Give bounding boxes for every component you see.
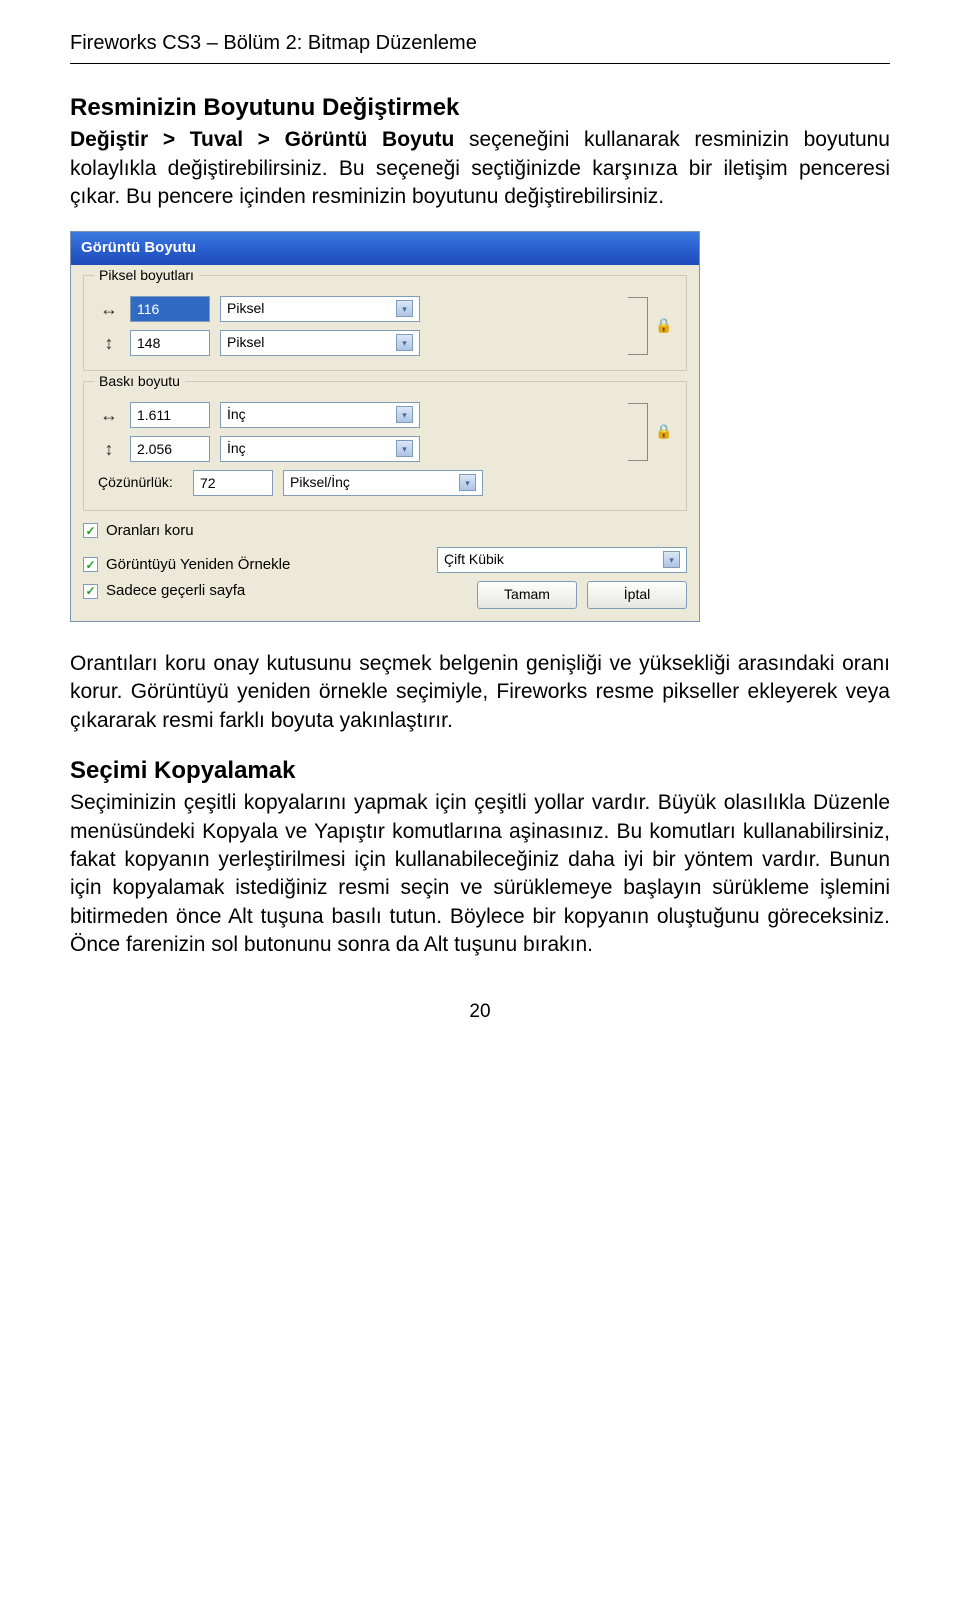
dialog-titlebar[interactable]: Görüntü Boyutu [71,232,699,264]
dialog-body: Piksel boyutları ↔ Piksel ▾ ↕ [71,265,699,621]
pixel-width-unit-label: Piksel [227,299,264,318]
section-title-copy: Seçimi Kopyalamak [70,755,890,787]
section-title-resize: Resminizin Boyutunu Değiştirmek [70,92,890,124]
image-size-dialog: Görüntü Boyutu Piksel boyutları ↔ Piksel… [70,231,700,622]
menu-path: Değiştir > Tuval > Görüntü Boyutu [70,128,454,151]
print-width-input[interactable] [130,402,210,428]
print-width-row: ↔ İnç ▾ [98,402,624,428]
constrain-proportions-label: Oranları koru [106,521,194,541]
resample-method-select[interactable]: Çift Kübik ▾ [437,547,687,573]
resample-checkbox[interactable]: ✓ [83,557,98,572]
vertical-icon: ↕ [98,331,120,355]
pixel-width-input[interactable] [130,296,210,322]
pixel-dimensions-group: Piksel boyutları ↔ Piksel ▾ ↕ [83,275,687,371]
vertical-icon: ↕ [98,437,120,461]
page-number: 20 [70,999,890,1025]
height-row: ↕ Piksel ▾ [98,330,624,356]
paragraph-ratios: Orantıları koru onay kutusunu seçmek bel… [70,650,890,735]
print-width-unit-select[interactable]: İnç ▾ [220,402,420,428]
chevron-down-icon[interactable]: ▾ [396,300,413,317]
print-size-group: Baskı boyutu ↔ İnç ▾ ↕ [83,381,687,511]
constrain-proportions-checkbox[interactable]: ✓ [83,523,98,538]
resample-row: ✓ Görüntüyü Yeniden Örnekle [83,555,417,575]
ok-button[interactable]: Tamam [477,581,577,609]
resolution-label: Çözünürlük: [98,473,183,492]
print-height-unit-select[interactable]: İnç ▾ [220,436,420,462]
resolution-row: Çözünürlük: Piksel/İnç ▾ [98,470,672,496]
resample-label: Görüntüyü Yeniden Örnekle [106,555,290,575]
link-bracket-icon [628,297,648,355]
chevron-down-icon[interactable]: ▾ [459,474,476,491]
section1-paragraph: Değiştir > Tuval > Görüntü Boyutu seçene… [70,126,890,211]
pixel-height-unit-select[interactable]: Piksel ▾ [220,330,420,356]
pixel-dimensions-label: Piksel boyutları [94,266,199,285]
horizontal-icon: ↔ [98,297,120,321]
print-width-unit-label: İnç [227,405,246,424]
print-size-label: Baskı boyutu [94,372,185,391]
pixel-width-unit-select[interactable]: Piksel ▾ [220,296,420,322]
current-page-checkbox[interactable]: ✓ [83,584,98,599]
print-height-input[interactable] [130,436,210,462]
current-page-label: Sadece geçerli sayfa [106,581,245,601]
chevron-down-icon[interactable]: ▾ [396,406,413,423]
pixel-height-input[interactable] [130,330,210,356]
pixel-height-unit-label: Piksel [227,333,264,352]
cancel-button[interactable]: İptal [587,581,687,609]
lock-icon[interactable]: 🔒 [656,424,672,440]
header-rule [70,63,890,64]
chevron-down-icon[interactable]: ▾ [663,551,680,568]
page-header: Fireworks CS3 – Bölüm 2: Bitmap Düzenlem… [70,30,890,57]
chevron-down-icon[interactable]: ▾ [396,440,413,457]
horizontal-icon: ↔ [98,403,120,427]
current-page-row: ✓ Sadece geçerli sayfa [83,581,417,601]
resolution-unit-label: Piksel/İnç [290,473,350,492]
link-bracket-icon [628,403,648,461]
section2-paragraph: Seçiminizin çeşitli kopyalarını yapmak i… [70,789,890,959]
resolution-input[interactable] [193,470,273,496]
print-height-unit-label: İnç [227,439,246,458]
resolution-unit-select[interactable]: Piksel/İnç ▾ [283,470,483,496]
chevron-down-icon[interactable]: ▾ [396,334,413,351]
print-height-row: ↕ İnç ▾ [98,436,624,462]
resample-method-label: Çift Kübik [444,550,504,569]
width-row: ↔ Piksel ▾ [98,296,624,322]
lock-icon[interactable]: 🔒 [656,318,672,334]
constrain-proportions-row: ✓ Oranları koru [83,521,687,541]
